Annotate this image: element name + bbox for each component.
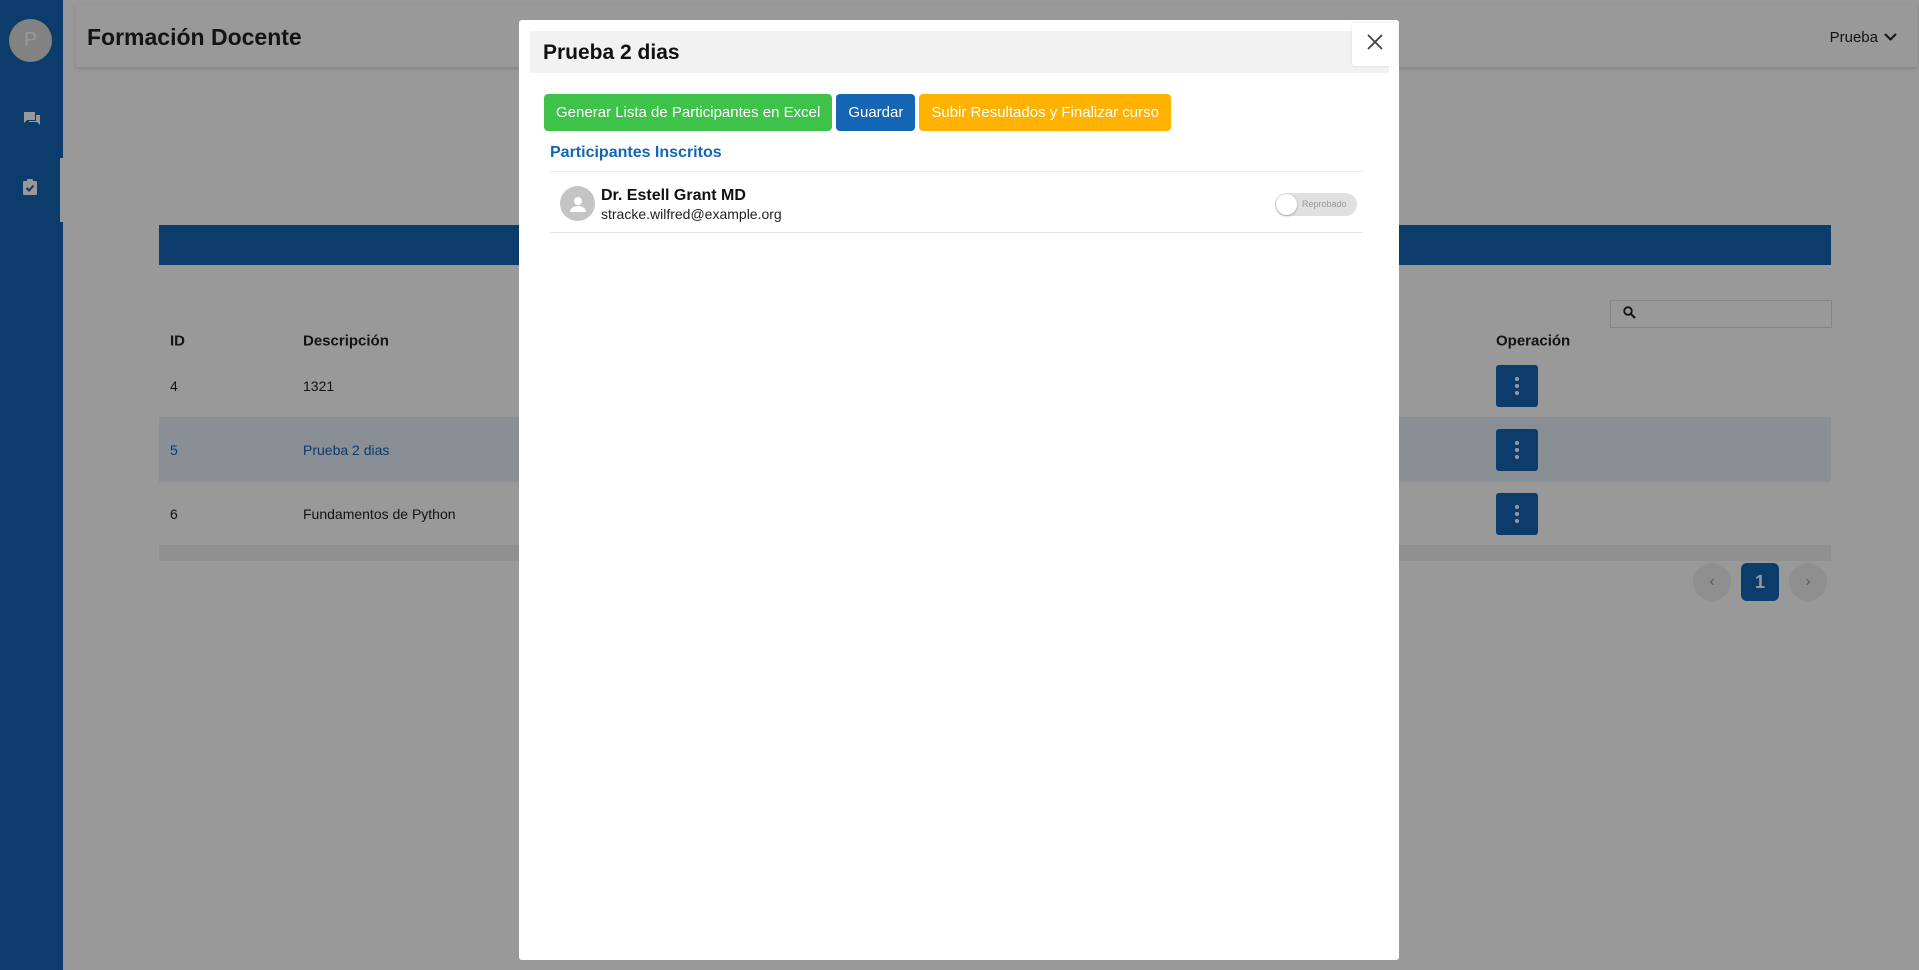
toggle-label: Reprobado xyxy=(1302,199,1347,209)
list-item: Dr. Estell Grant MD stracke.wilfred@exam… xyxy=(550,171,1363,233)
save-button[interactable]: Guardar xyxy=(836,94,916,131)
close-button[interactable] xyxy=(1352,23,1398,66)
participant-email: stracke.wilfred@example.org xyxy=(601,206,782,222)
toggle-knob xyxy=(1276,194,1297,215)
modal-actions: Generar Lista de Participantes en Excel … xyxy=(544,94,1171,131)
participant-name: Dr. Estell Grant MD xyxy=(601,187,746,204)
person-icon xyxy=(569,196,586,212)
approval-toggle[interactable]: Reprobado xyxy=(1275,193,1357,216)
close-icon xyxy=(1367,34,1383,55)
participant-list: Dr. Estell Grant MD stracke.wilfred@exam… xyxy=(550,171,1363,233)
modal-title: Prueba 2 dias xyxy=(543,41,680,64)
avatar xyxy=(560,186,595,221)
finalize-course-button[interactable]: Subir Resultados y Finalizar curso xyxy=(919,94,1171,131)
modal-header: Prueba 2 dias xyxy=(530,31,1389,73)
generate-excel-button[interactable]: Generar Lista de Participantes en Excel xyxy=(544,94,833,131)
course-participants-modal: Prueba 2 dias Generar Lista de Participa… xyxy=(519,20,1399,960)
section-title: Participantes Inscritos xyxy=(550,144,722,161)
